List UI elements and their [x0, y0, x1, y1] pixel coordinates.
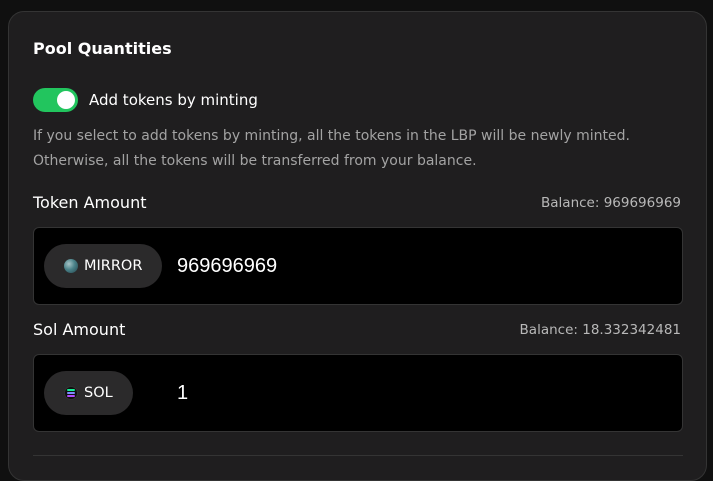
sol-token-name: SOL	[84, 385, 113, 401]
mint-toggle-row: Add tokens by minting	[33, 88, 258, 112]
sol-token-icon	[64, 386, 78, 400]
token-balance: Balance: 969696969	[541, 195, 681, 211]
token-amount-input[interactable]	[177, 252, 657, 280]
sol-balance: Balance: 18.332342481	[519, 322, 681, 338]
mirror-token-selector[interactable]: MIRROR	[44, 244, 163, 288]
sol-amount-label: Sol Amount	[33, 320, 126, 339]
toggle-knob	[57, 91, 75, 109]
token-amount-field: MIRROR	[33, 227, 683, 305]
section-divider	[33, 455, 683, 456]
token-amount-label: Token Amount	[33, 193, 147, 212]
section-title: Pool Quantities	[33, 39, 172, 58]
pool-quantities-panel: Pool Quantities Add tokens by minting If…	[8, 11, 707, 481]
sol-token-selector[interactable]: SOL	[44, 371, 133, 415]
mint-description: If you select to add tokens by minting, …	[33, 128, 630, 169]
token-name: MIRROR	[84, 258, 143, 274]
sol-amount-field: SOL	[33, 354, 683, 432]
sol-amount-input[interactable]	[177, 379, 657, 407]
mirror-token-icon	[64, 259, 78, 273]
mint-toggle-switch[interactable]	[33, 88, 78, 112]
mint-toggle-label[interactable]: Add tokens by minting	[89, 91, 258, 109]
